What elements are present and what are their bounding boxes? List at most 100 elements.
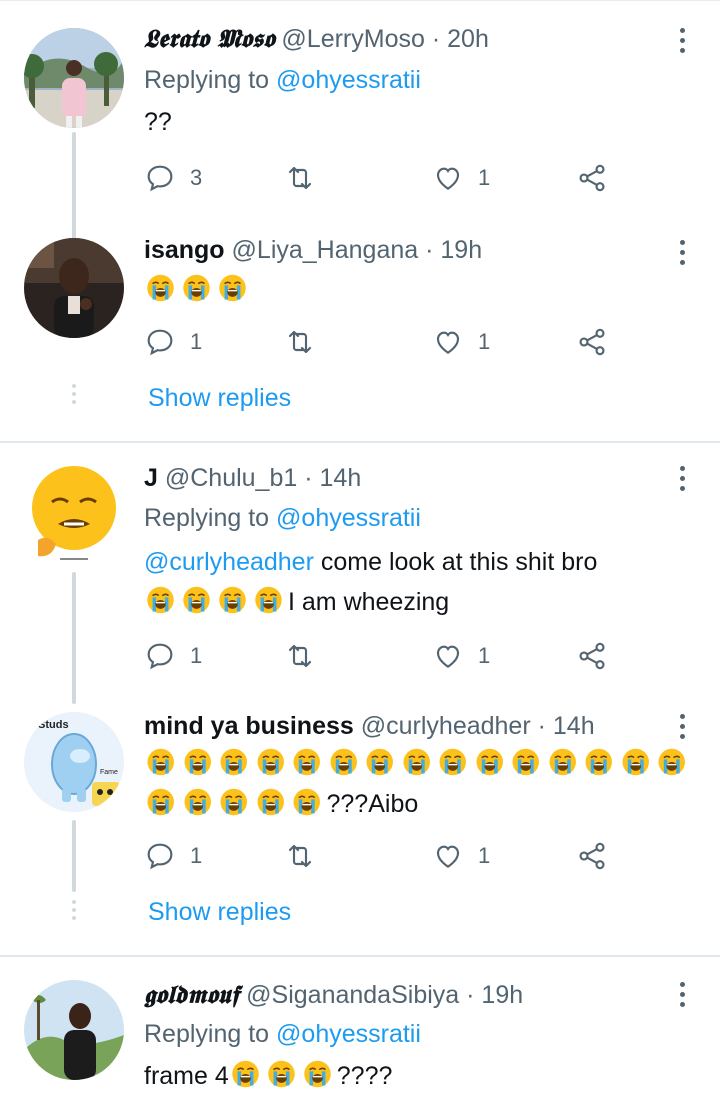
- like-icon: [436, 331, 460, 354]
- like-icon: [436, 645, 460, 668]
- like-button[interactable]: 1: [432, 839, 490, 873]
- timestamp[interactable]: · 19h: [425, 236, 482, 264]
- tweet-actions: 3 1: [144, 161, 624, 195]
- replying-to-label: Replying to: [144, 1020, 270, 1048]
- thread-line: [72, 132, 76, 244]
- handle[interactable]: @Chulu_b1: [165, 464, 297, 492]
- handle[interactable]: @curlyheadher: [361, 712, 531, 740]
- show-replies-link[interactable]: Show replies: [148, 384, 291, 413]
- share-button[interactable]: [576, 325, 608, 359]
- tweet-meta: J @Chulu_b1 · 14h: [144, 464, 361, 493]
- crying-emoji: [220, 788, 247, 816]
- crying-emoji: [219, 274, 246, 302]
- avatar-photo: [24, 28, 124, 128]
- crying-emoji: [183, 274, 210, 302]
- crying-emoji: [257, 748, 284, 776]
- crying-emoji: [304, 1060, 331, 1088]
- like-count: 1: [478, 643, 491, 668]
- crying-emoji: [293, 748, 320, 776]
- retweet-button[interactable]: [284, 639, 316, 673]
- reply-button[interactable]: 1: [144, 639, 202, 673]
- tweet-meta: 𝖌𝖔𝖑𝖉𝖒𝖔𝖚𝖋 @SiganandaSibiya · 19h: [144, 980, 523, 1010]
- display-name[interactable]: mind ya business: [144, 712, 354, 740]
- handle[interactable]: @Liya_Hangana: [232, 236, 419, 264]
- more-icon[interactable]: [680, 982, 686, 1012]
- mention-link[interactable]: @ohyessratii: [276, 1020, 421, 1048]
- reply-icon: [147, 843, 173, 870]
- reply-count: 1: [190, 643, 203, 668]
- avatar[interactable]: [24, 238, 124, 338]
- timestamp[interactable]: · 19h: [466, 981, 523, 1009]
- timestamp[interactable]: · 20h: [432, 25, 489, 53]
- avatar[interactable]: Studs Fame: [24, 712, 124, 812]
- display-name[interactable]: 𝖌𝖔𝖑𝖉𝖒𝖔𝖚𝖋: [144, 980, 239, 1009]
- like-icon: [436, 167, 460, 190]
- crying-emoji: [147, 748, 174, 776]
- crying-emoji-group: [144, 748, 692, 778]
- retweet-icon: [288, 166, 312, 190]
- retweet-button[interactable]: [284, 161, 316, 195]
- tweet-text-line: I am wheezing: [288, 588, 450, 616]
- retweet-button[interactable]: [284, 839, 316, 873]
- handle[interactable]: @SiganandaSibiya: [246, 981, 459, 1009]
- share-icon: [579, 642, 605, 670]
- crying-emoji: [147, 586, 174, 614]
- more-icon[interactable]: [680, 28, 686, 58]
- crying-emoji: [257, 788, 284, 816]
- crying-emoji: [439, 748, 466, 776]
- crying-emoji: [658, 748, 685, 776]
- like-button[interactable]: 1: [432, 639, 490, 673]
- replying-to-label: Replying to: [144, 504, 270, 532]
- tweet-text: @curlyheadher come look at this shit bro…: [144, 542, 694, 622]
- share-button[interactable]: [576, 161, 608, 195]
- replying-to-label: Replying to: [144, 66, 270, 94]
- avatar-text-fame: Fame: [100, 769, 118, 776]
- display-name[interactable]: 𝕷𝖊𝖗𝖆𝖙𝖔 𝕸𝖔𝖘𝖔: [144, 24, 274, 53]
- like-button[interactable]: 1: [432, 325, 490, 359]
- avatar[interactable]: [24, 460, 124, 560]
- replying-to: Replying to @ohyessratii: [144, 504, 421, 533]
- reply-button[interactable]: 3: [144, 161, 202, 195]
- like-icon: [436, 845, 460, 868]
- more-replies-indicator: [72, 384, 76, 408]
- display-name[interactable]: J: [144, 464, 158, 492]
- crying-emoji: [330, 748, 357, 776]
- reply-count: 1: [190, 329, 203, 354]
- more-replies-indicator: [72, 900, 76, 924]
- tweet-meta: mind ya business @curlyheadher · 14h: [144, 712, 595, 741]
- share-icon: [579, 328, 605, 356]
- mention-link[interactable]: @ohyessratii: [276, 66, 421, 94]
- share-button[interactable]: [576, 639, 608, 673]
- timestamp[interactable]: · 14h: [538, 712, 595, 740]
- crying-emoji-group: [229, 1060, 337, 1090]
- tweet-text: [144, 270, 694, 310]
- show-replies-link[interactable]: Show replies: [148, 898, 291, 927]
- like-button[interactable]: 1: [432, 161, 490, 195]
- reply-count: 1: [190, 843, 203, 868]
- reply-icon: [147, 643, 173, 670]
- crying-emoji: [183, 586, 210, 614]
- share-button[interactable]: [576, 839, 608, 873]
- tweet-actions: 1 1: [144, 839, 624, 873]
- tired-face-emoji-avatar: [32, 466, 116, 560]
- avatar[interactable]: [24, 28, 124, 128]
- replying-to: Replying to @ohyessratii: [144, 1020, 421, 1049]
- reply-button[interactable]: 1: [144, 839, 202, 873]
- reply-button[interactable]: 1: [144, 325, 202, 359]
- more-icon[interactable]: [680, 240, 686, 270]
- crying-emoji: [585, 748, 612, 776]
- mention-link[interactable]: @curlyheadher: [144, 548, 314, 576]
- more-icon[interactable]: [680, 714, 686, 744]
- mention-link[interactable]: @ohyessratii: [276, 504, 421, 532]
- display-name[interactable]: isango: [144, 236, 225, 264]
- timestamp[interactable]: · 14h: [304, 464, 361, 492]
- tweet-text: ??: [144, 108, 172, 136]
- more-icon[interactable]: [680, 466, 686, 496]
- avatar[interactable]: [24, 980, 124, 1080]
- tweet-meta: isango @Liya_Hangana · 19h: [144, 236, 482, 265]
- reply-icon: [147, 329, 173, 356]
- retweet-button[interactable]: [284, 325, 316, 359]
- crying-emoji: [293, 788, 320, 816]
- retweet-icon: [288, 844, 312, 868]
- handle[interactable]: @LerryMoso: [281, 25, 424, 53]
